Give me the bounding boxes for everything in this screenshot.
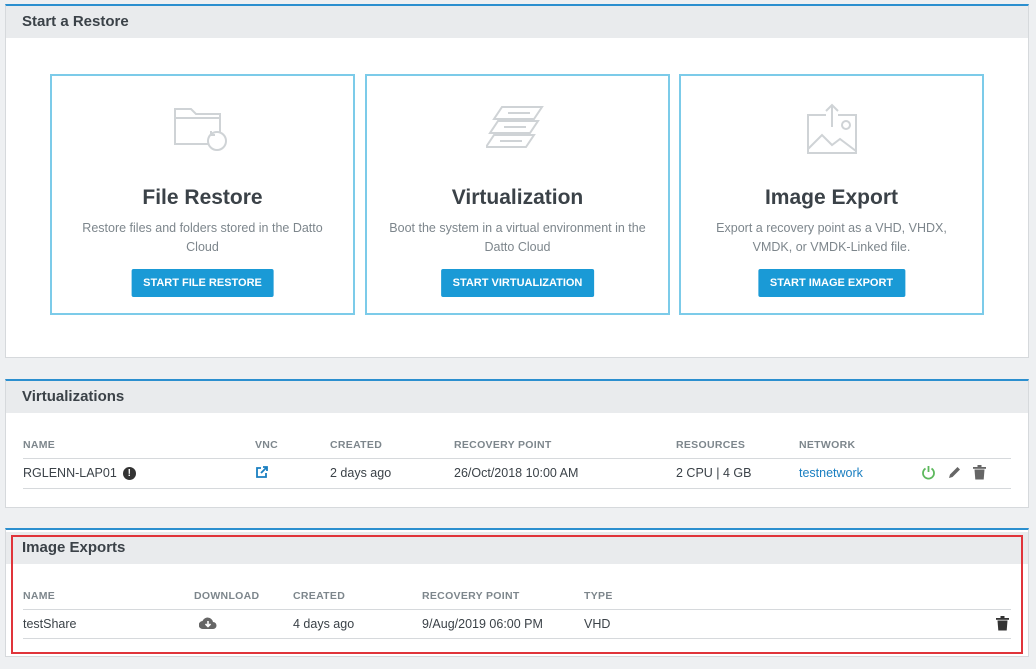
file-restore-card[interactable]: File Restore Restore files and folders s… <box>50 74 355 315</box>
column-header-recovery-point: RECOVERY POINT <box>454 439 552 451</box>
column-header-name: NAME <box>23 590 56 602</box>
network-link[interactable]: testnetwork <box>799 466 863 480</box>
card-title: File Restore <box>142 186 263 209</box>
resources-cell: 2 CPU | 4 GB <box>676 466 752 480</box>
recovery-point-cell: 26/Oct/2018 10:00 AM <box>454 466 579 480</box>
card-title: Image Export <box>764 186 899 209</box>
virtualization-card[interactable]: Virtualization Boot the system in a virt… <box>365 74 670 315</box>
external-link-icon[interactable] <box>255 466 269 482</box>
column-header-download: DOWNLOAD <box>194 590 260 602</box>
panel-title: Virtualizations <box>6 381 1028 413</box>
column-header-created: CREATED <box>330 439 383 451</box>
panel-title: Start a Restore <box>6 6 1028 38</box>
delete-icon[interactable] <box>996 616 1009 634</box>
column-header-recovery-point: RECOVERY POINT <box>422 590 520 602</box>
divider <box>23 609 1011 610</box>
column-header-created: CREATED <box>293 590 346 602</box>
created-cell: 4 days ago <box>293 617 355 631</box>
virtualizations-panel: Virtualizations NAME VNC CREATED RECOVER… <box>5 379 1029 508</box>
card-description: Boot the system in a virtual environment… <box>389 221 646 254</box>
created-cell: 2 days ago <box>330 466 392 480</box>
delete-icon[interactable] <box>973 465 986 483</box>
type-cell: VHD <box>584 617 611 631</box>
folder-restore-icon <box>171 101 235 162</box>
image-export-card[interactable]: Image Export Export a recovery point as … <box>679 74 984 315</box>
export-name-cell: testShare <box>23 617 77 631</box>
image-exports-panel: Image Exports NAME DOWNLOAD CREATED RECO… <box>5 528 1029 657</box>
start-file-restore-button[interactable]: START FILE RESTORE <box>131 269 274 297</box>
card-description: Export a recovery point as a VHD, VHDX, … <box>716 221 947 254</box>
power-icon[interactable] <box>921 465 936 483</box>
card-description: Restore files and folders stored in the … <box>82 221 323 254</box>
panel-title: Image Exports <box>6 532 1028 564</box>
start-virtualization-button[interactable]: START VIRTUALIZATION <box>440 269 595 297</box>
divider <box>23 638 1011 639</box>
info-icon[interactable]: ! <box>122 467 136 481</box>
vnc-link[interactable] <box>255 465 269 482</box>
cloud-download-icon[interactable] <box>198 616 217 633</box>
start-image-export-button[interactable]: START IMAGE EXPORT <box>757 269 906 297</box>
recovery-point-cell: 9/Aug/2019 06:00 PM <box>422 617 543 631</box>
layers-icon <box>483 101 550 162</box>
start-restore-panel: Start a Restore File Restore Restore fil… <box>5 4 1029 358</box>
column-header-name: NAME <box>23 439 56 451</box>
column-header-vnc: VNC <box>255 439 279 451</box>
table-row: RGLENN-LAP01! <box>23 466 136 481</box>
vm-name: RGLENN-LAP01 <box>23 466 117 480</box>
image-export-icon <box>800 101 864 162</box>
column-header-network: NETWORK <box>799 439 856 451</box>
card-title: Virtualization <box>451 186 584 209</box>
divider <box>23 488 1011 489</box>
column-header-type: TYPE <box>584 590 613 602</box>
column-header-resources: RESOURCES <box>676 439 746 451</box>
divider <box>23 458 1011 459</box>
edit-icon[interactable] <box>947 465 962 483</box>
